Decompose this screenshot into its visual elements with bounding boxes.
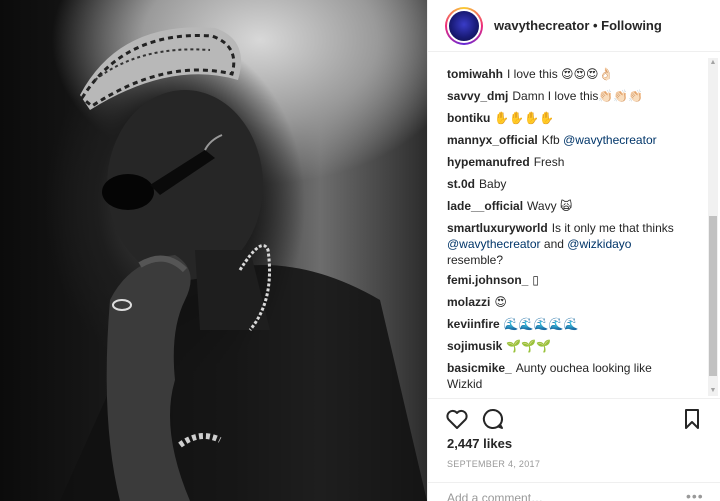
comment-text: 🌱🌱🌱 [506, 339, 552, 353]
likes-count[interactable]: 2,447 likes [447, 436, 512, 451]
comment-username[interactable]: keviinfire [447, 317, 500, 331]
post-header: wavythecreator • Following [428, 0, 720, 52]
comment-text: Aunty ouchea looking like [515, 361, 652, 375]
comment-text: Damn I love this👏🏻👏🏻👏🏻 [512, 89, 644, 103]
comment-item: bontiku ✋✋✋✋ [447, 110, 705, 126]
comment-text: 😍 [494, 295, 507, 309]
post-photo[interactable] [0, 0, 427, 501]
comment-item: lade__official Wavy 🙀 [447, 198, 705, 214]
comment-item: keviinfire 🌊🌊🌊🌊🌊 [447, 316, 705, 332]
comment-item: femi.johnson_ ▯ [447, 272, 705, 288]
following-status[interactable]: • Following [593, 18, 662, 33]
comment-username[interactable]: tomiwahh [447, 67, 503, 81]
comment-username[interactable]: lade__official [447, 199, 523, 213]
comment-item: molazzi 😍 [447, 294, 705, 310]
comment-username[interactable]: sojimusik [447, 339, 502, 353]
comment-item: tomiwahh I love this 😍😍😍👌🏻 [447, 66, 705, 82]
post-date: SEPTEMBER 4, 2017 [447, 459, 541, 469]
comment-mention[interactable]: @wavythecreator [447, 237, 541, 251]
post-actions-bar [428, 398, 720, 438]
comment-mention[interactable]: @wavythecreator [563, 133, 657, 147]
comments-list: tomiwahh I love this 😍😍😍👌🏻 savvy_dmj Damn … [428, 58, 708, 398]
comment-item: mannyx_official Kfb @wavythecreator [447, 132, 705, 148]
comment-text: and [540, 237, 568, 251]
portrait-illustration [60, 27, 427, 501]
comment-item: basicmike_ Aunty ouchea looking like Wizk… [447, 360, 705, 392]
comment-mention[interactable]: @wizkidayo [567, 237, 631, 251]
comment-text: ✋✋✋✋ [494, 111, 555, 125]
comment-username[interactable]: basicmike_ [447, 361, 512, 375]
comment-username[interactable]: molazzi [447, 295, 490, 309]
scrollbar-thumb[interactable] [709, 216, 717, 376]
comment-username[interactable]: st.0d [447, 177, 475, 191]
comment-item: hypemanufred Fresh [447, 154, 705, 170]
comment-bubble-icon[interactable] [481, 407, 505, 431]
add-comment-bar: Add a comment… ••• [428, 482, 720, 501]
comment-item: sojimusik 🌱🌱🌱 [447, 338, 705, 354]
comment-text: Fresh [533, 155, 565, 169]
comment-username[interactable]: bontiku [447, 111, 490, 125]
comment-text: resemble? [447, 253, 504, 267]
bookmark-icon[interactable] [680, 407, 704, 431]
avatar[interactable] [445, 7, 483, 45]
author-username[interactable]: wavythecreator [494, 18, 589, 33]
comment-item: st.0d Baby [447, 176, 705, 192]
scroll-down-arrow-icon[interactable]: ▼ [708, 386, 718, 396]
comment-username[interactable]: mannyx_official [447, 133, 538, 147]
post-side-panel: wavythecreator • Following tomiwahh I lov… [427, 0, 720, 501]
comment-text: Wavy 🙀 [527, 199, 573, 213]
comment-username[interactable]: femi.johnson_ [447, 273, 528, 287]
comment-username[interactable]: smartluxuryworld [447, 221, 548, 235]
comment-username[interactable]: savvy_dmj [447, 89, 508, 103]
add-comment-input[interactable]: Add a comment… [447, 491, 543, 501]
comment-text: Wizkid [447, 377, 483, 391]
comment-text: Is it only me that thinks [551, 221, 674, 235]
comment-item: savvy_dmj Damn I love this👏🏻👏🏻👏🏻 [447, 88, 705, 104]
comments-scrollbar[interactable]: ▲ ▼ [708, 58, 718, 396]
comment-text: Baby [479, 177, 507, 191]
comment-username[interactable]: hypemanufred [447, 155, 530, 169]
comment-text: Kfb [541, 133, 564, 147]
more-options-icon[interactable]: ••• [686, 488, 704, 501]
comment-text: ▯ [532, 273, 539, 287]
comment-text: 🌊🌊🌊🌊🌊 [503, 317, 579, 331]
heart-icon[interactable] [445, 407, 469, 431]
scroll-up-arrow-icon[interactable]: ▲ [708, 58, 718, 68]
comment-text: I love this 😍😍😍👌🏻 [507, 67, 614, 81]
comment-item: smartluxuryworld Is it only me that think… [447, 220, 705, 268]
